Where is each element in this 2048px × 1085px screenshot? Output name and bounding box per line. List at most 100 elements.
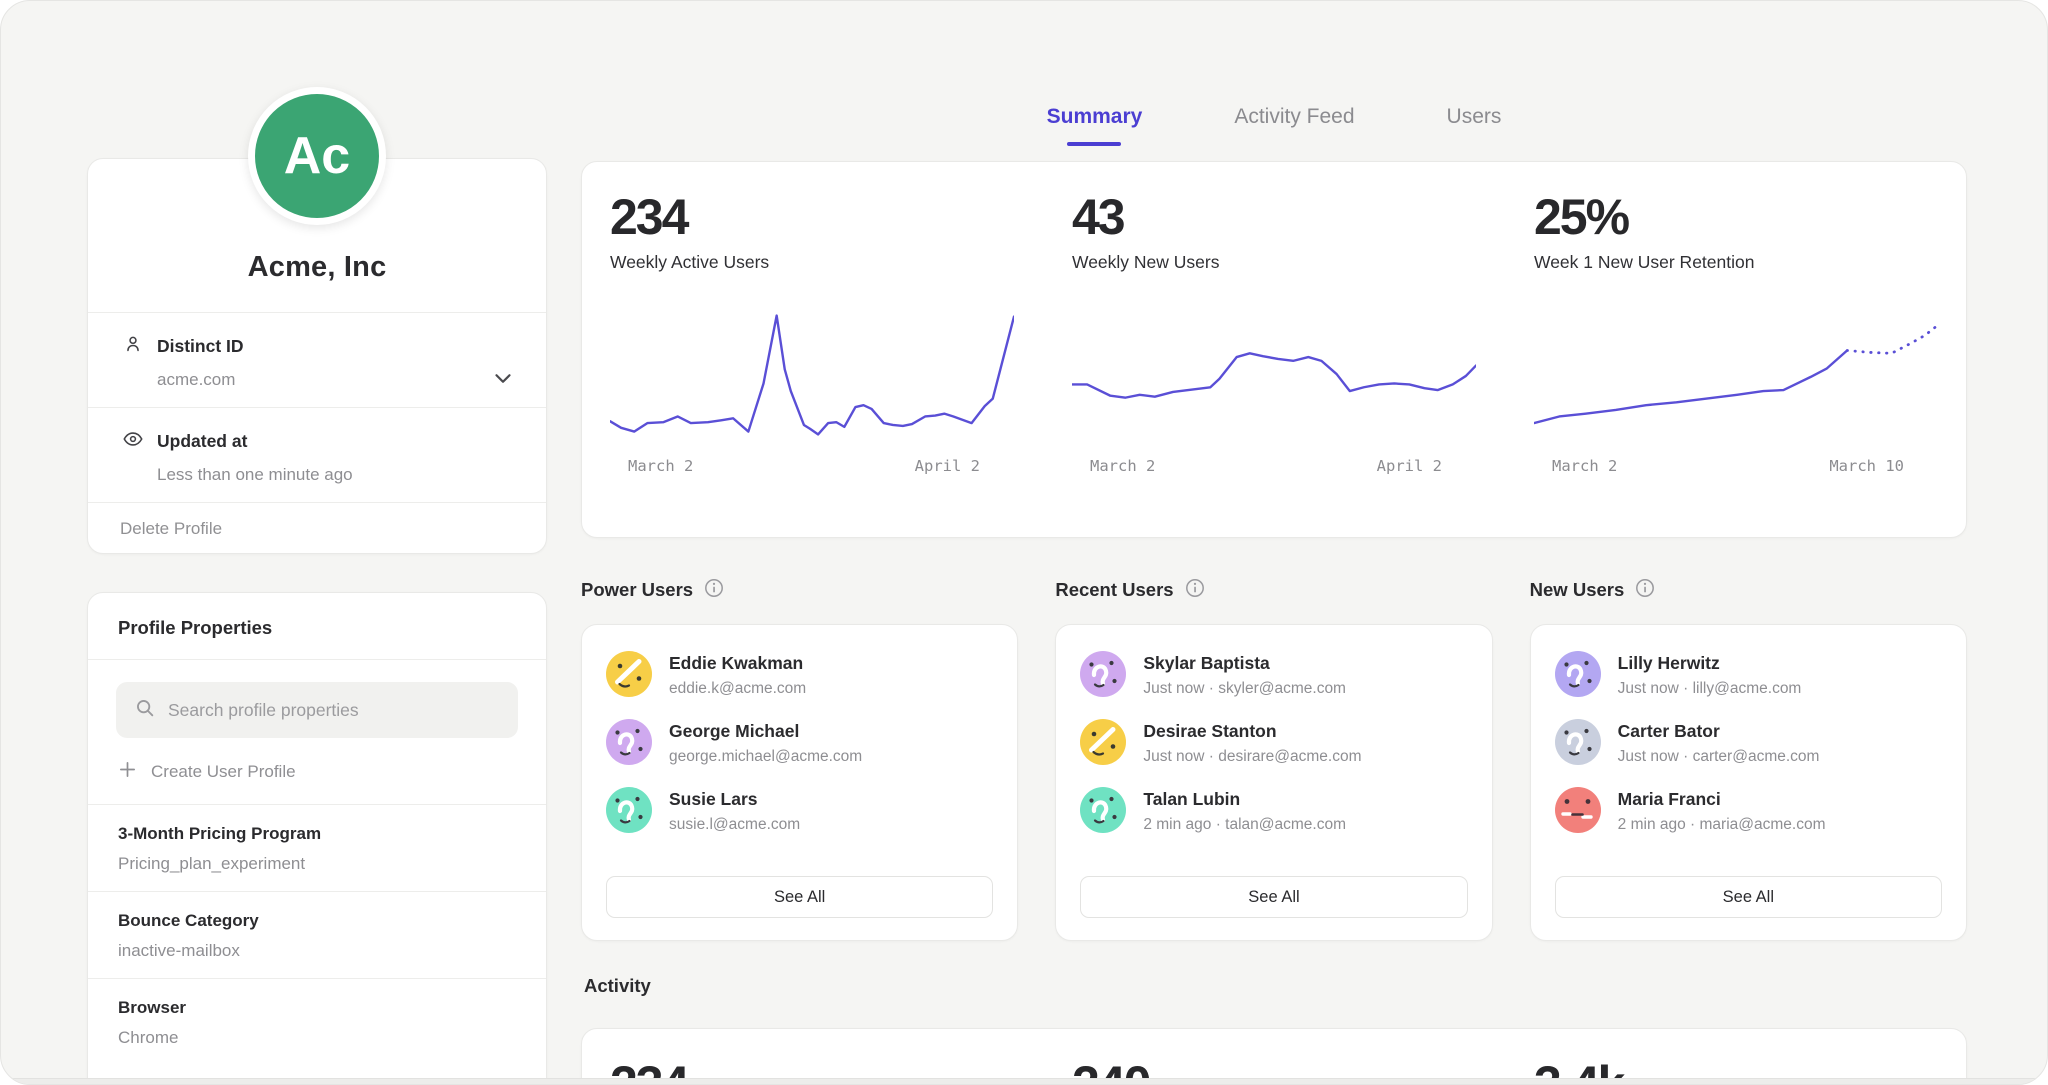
line-chart xyxy=(1072,309,1476,441)
bottom-edge xyxy=(1,1078,2047,1084)
user-card: Lilly Herwitz Just now · lilly@acme.com … xyxy=(1530,624,1967,941)
eye-icon xyxy=(122,428,144,455)
stat-value: 43 xyxy=(1072,192,1476,242)
user-row[interactable]: Eddie Kwakman eddie.k@acme.com xyxy=(606,651,993,698)
search-icon xyxy=(134,697,156,724)
avatar xyxy=(606,651,652,697)
user-sections: Power Users Eddie Kwakman eddie.k@acme.c… xyxy=(581,577,1967,941)
search-input[interactable] xyxy=(168,700,500,721)
section-recent-users: Recent Users Skylar Baptista Just now · … xyxy=(1055,577,1492,941)
field-label: Updated at xyxy=(157,431,247,452)
line-chart xyxy=(610,309,1014,441)
line-chart xyxy=(1534,309,1938,441)
user-sub: 2 min ago · maria@acme.com xyxy=(1618,816,1826,834)
section-new-users: New Users Lilly Herwitz Just now · lilly… xyxy=(1530,577,1967,941)
property-row[interactable]: Bounce Category inactive-mailbox xyxy=(88,891,546,978)
user-card: Eddie Kwakman eddie.k@acme.com George Mi… xyxy=(581,624,1018,941)
user-card: Skylar Baptista Just now · skyler@acme.c… xyxy=(1055,624,1492,941)
user-name: Skylar Baptista xyxy=(1143,651,1346,674)
user-name: Desirae Stanton xyxy=(1143,719,1361,742)
property-row[interactable]: Browser Chrome xyxy=(88,978,546,1065)
user-row[interactable]: Skylar Baptista Just now · skyler@acme.c… xyxy=(1080,651,1467,698)
user-name: Maria Franci xyxy=(1618,787,1826,810)
profile-properties-card: Profile Properties Create User Profile 3… xyxy=(87,592,547,1085)
avatar xyxy=(1555,787,1601,833)
property-row[interactable]: 3-Month Pricing Program Pricing_plan_exp… xyxy=(88,804,546,891)
info-icon[interactable] xyxy=(704,578,724,603)
tab-bar: Summary Activity Feed Users xyxy=(581,105,1967,146)
tab-activity-feed[interactable]: Activity Feed xyxy=(1234,105,1354,146)
see-all-button[interactable]: See All xyxy=(606,876,993,918)
see-all-button[interactable]: See All xyxy=(1555,876,1942,918)
user-row[interactable]: Maria Franci 2 min ago · maria@acme.com xyxy=(1555,787,1942,834)
plus-icon xyxy=(118,760,137,784)
stat-label: Weekly New Users xyxy=(1072,252,1476,273)
activity-title: Activity xyxy=(584,975,651,997)
stat-value: 234 xyxy=(610,192,1014,242)
create-user-profile-button[interactable]: Create User Profile xyxy=(118,760,518,784)
stat-weekly-new-users: 43 Weekly New Users March 2 April 2 xyxy=(1072,192,1476,507)
axis-tick: March 2 xyxy=(1552,457,1617,475)
user-name: Carter Bator xyxy=(1618,719,1820,742)
section-title: Recent Users xyxy=(1055,579,1173,601)
stat-weekly-active-users: 234 Weekly Active Users March 2 April 2 xyxy=(610,192,1014,507)
company-avatar: Ac xyxy=(248,87,386,225)
property-name: 3-Month Pricing Program xyxy=(118,824,516,844)
chevron-down-icon[interactable] xyxy=(490,365,516,396)
info-icon[interactable] xyxy=(1185,578,1205,603)
user-row[interactable]: Talan Lubin 2 min ago · talan@acme.com xyxy=(1080,787,1467,834)
section-title: New Users xyxy=(1530,579,1625,601)
user-name: Susie Lars xyxy=(669,787,800,810)
avatar xyxy=(1555,651,1601,697)
user-sub: george.michael@acme.com xyxy=(669,748,862,766)
user-name: Talan Lubin xyxy=(1143,787,1346,810)
user-name: Lilly Herwitz xyxy=(1618,651,1802,674)
tab-users[interactable]: Users xyxy=(1447,105,1502,146)
user-sub: Just now · lilly@acme.com xyxy=(1618,680,1802,698)
active-tab-underline xyxy=(1067,142,1121,146)
axis-tick: March 10 xyxy=(1829,457,1904,475)
avatar xyxy=(1080,787,1126,833)
user-sub: Just now · skyler@acme.com xyxy=(1143,680,1346,698)
stat-label: Week 1 New User Retention xyxy=(1534,252,1938,273)
axis-tick: April 2 xyxy=(915,457,980,475)
user-row[interactable]: Carter Bator Just now · carter@acme.com xyxy=(1555,719,1942,766)
profile-properties-title: Profile Properties xyxy=(88,593,546,660)
see-all-button[interactable]: See All xyxy=(1080,876,1467,918)
avatar xyxy=(606,719,652,765)
section-title: Power Users xyxy=(581,579,693,601)
search-box[interactable] xyxy=(116,682,518,738)
distinct-id-row[interactable]: Distinct ID acme.com xyxy=(88,312,546,407)
user-row[interactable]: Susie Lars susie.l@acme.com xyxy=(606,787,993,834)
user-row[interactable]: Lilly Herwitz Just now · lilly@acme.com xyxy=(1555,651,1942,698)
user-sub: Just now · desirare@acme.com xyxy=(1143,748,1361,766)
property-value: Chrome xyxy=(118,1028,516,1048)
user-name: Eddie Kwakman xyxy=(669,651,806,674)
user-sub: eddie.k@acme.com xyxy=(669,680,806,698)
tab-summary[interactable]: Summary xyxy=(1047,105,1143,146)
person-icon xyxy=(122,333,144,360)
property-name: Browser xyxy=(118,998,516,1018)
field-label: Distinct ID xyxy=(157,336,244,357)
property-name: Bounce Category xyxy=(118,911,516,931)
user-sub: Just now · carter@acme.com xyxy=(1618,748,1820,766)
stat-week1-retention: 25% Week 1 New User Retention March 2 Ma… xyxy=(1534,192,1938,507)
info-icon[interactable] xyxy=(1635,578,1655,603)
user-row[interactable]: George Michael george.michael@acme.com xyxy=(606,719,993,766)
stat-label: Weekly Active Users xyxy=(610,252,1014,273)
stat-value: 25% xyxy=(1534,192,1938,242)
user-sub: susie.l@acme.com xyxy=(669,816,800,834)
avatar xyxy=(1555,719,1601,765)
updated-at-row: Updated at Less than one minute ago xyxy=(88,407,546,502)
axis-tick: April 2 xyxy=(1377,457,1442,475)
axis-tick: March 2 xyxy=(628,457,693,475)
section-power-users: Power Users Eddie Kwakman eddie.k@acme.c… xyxy=(581,577,1018,941)
user-name: George Michael xyxy=(669,719,862,742)
user-row[interactable]: Desirae Stanton Just now · desirare@acme… xyxy=(1080,719,1467,766)
stats-card: 234 Weekly Active Users March 2 April 2 … xyxy=(581,161,1967,538)
avatar xyxy=(606,787,652,833)
delete-profile-button[interactable]: Delete Profile xyxy=(88,502,546,554)
property-value: Pricing_plan_experiment xyxy=(118,854,516,874)
avatar xyxy=(1080,719,1126,765)
field-value: Less than one minute ago xyxy=(157,465,512,485)
